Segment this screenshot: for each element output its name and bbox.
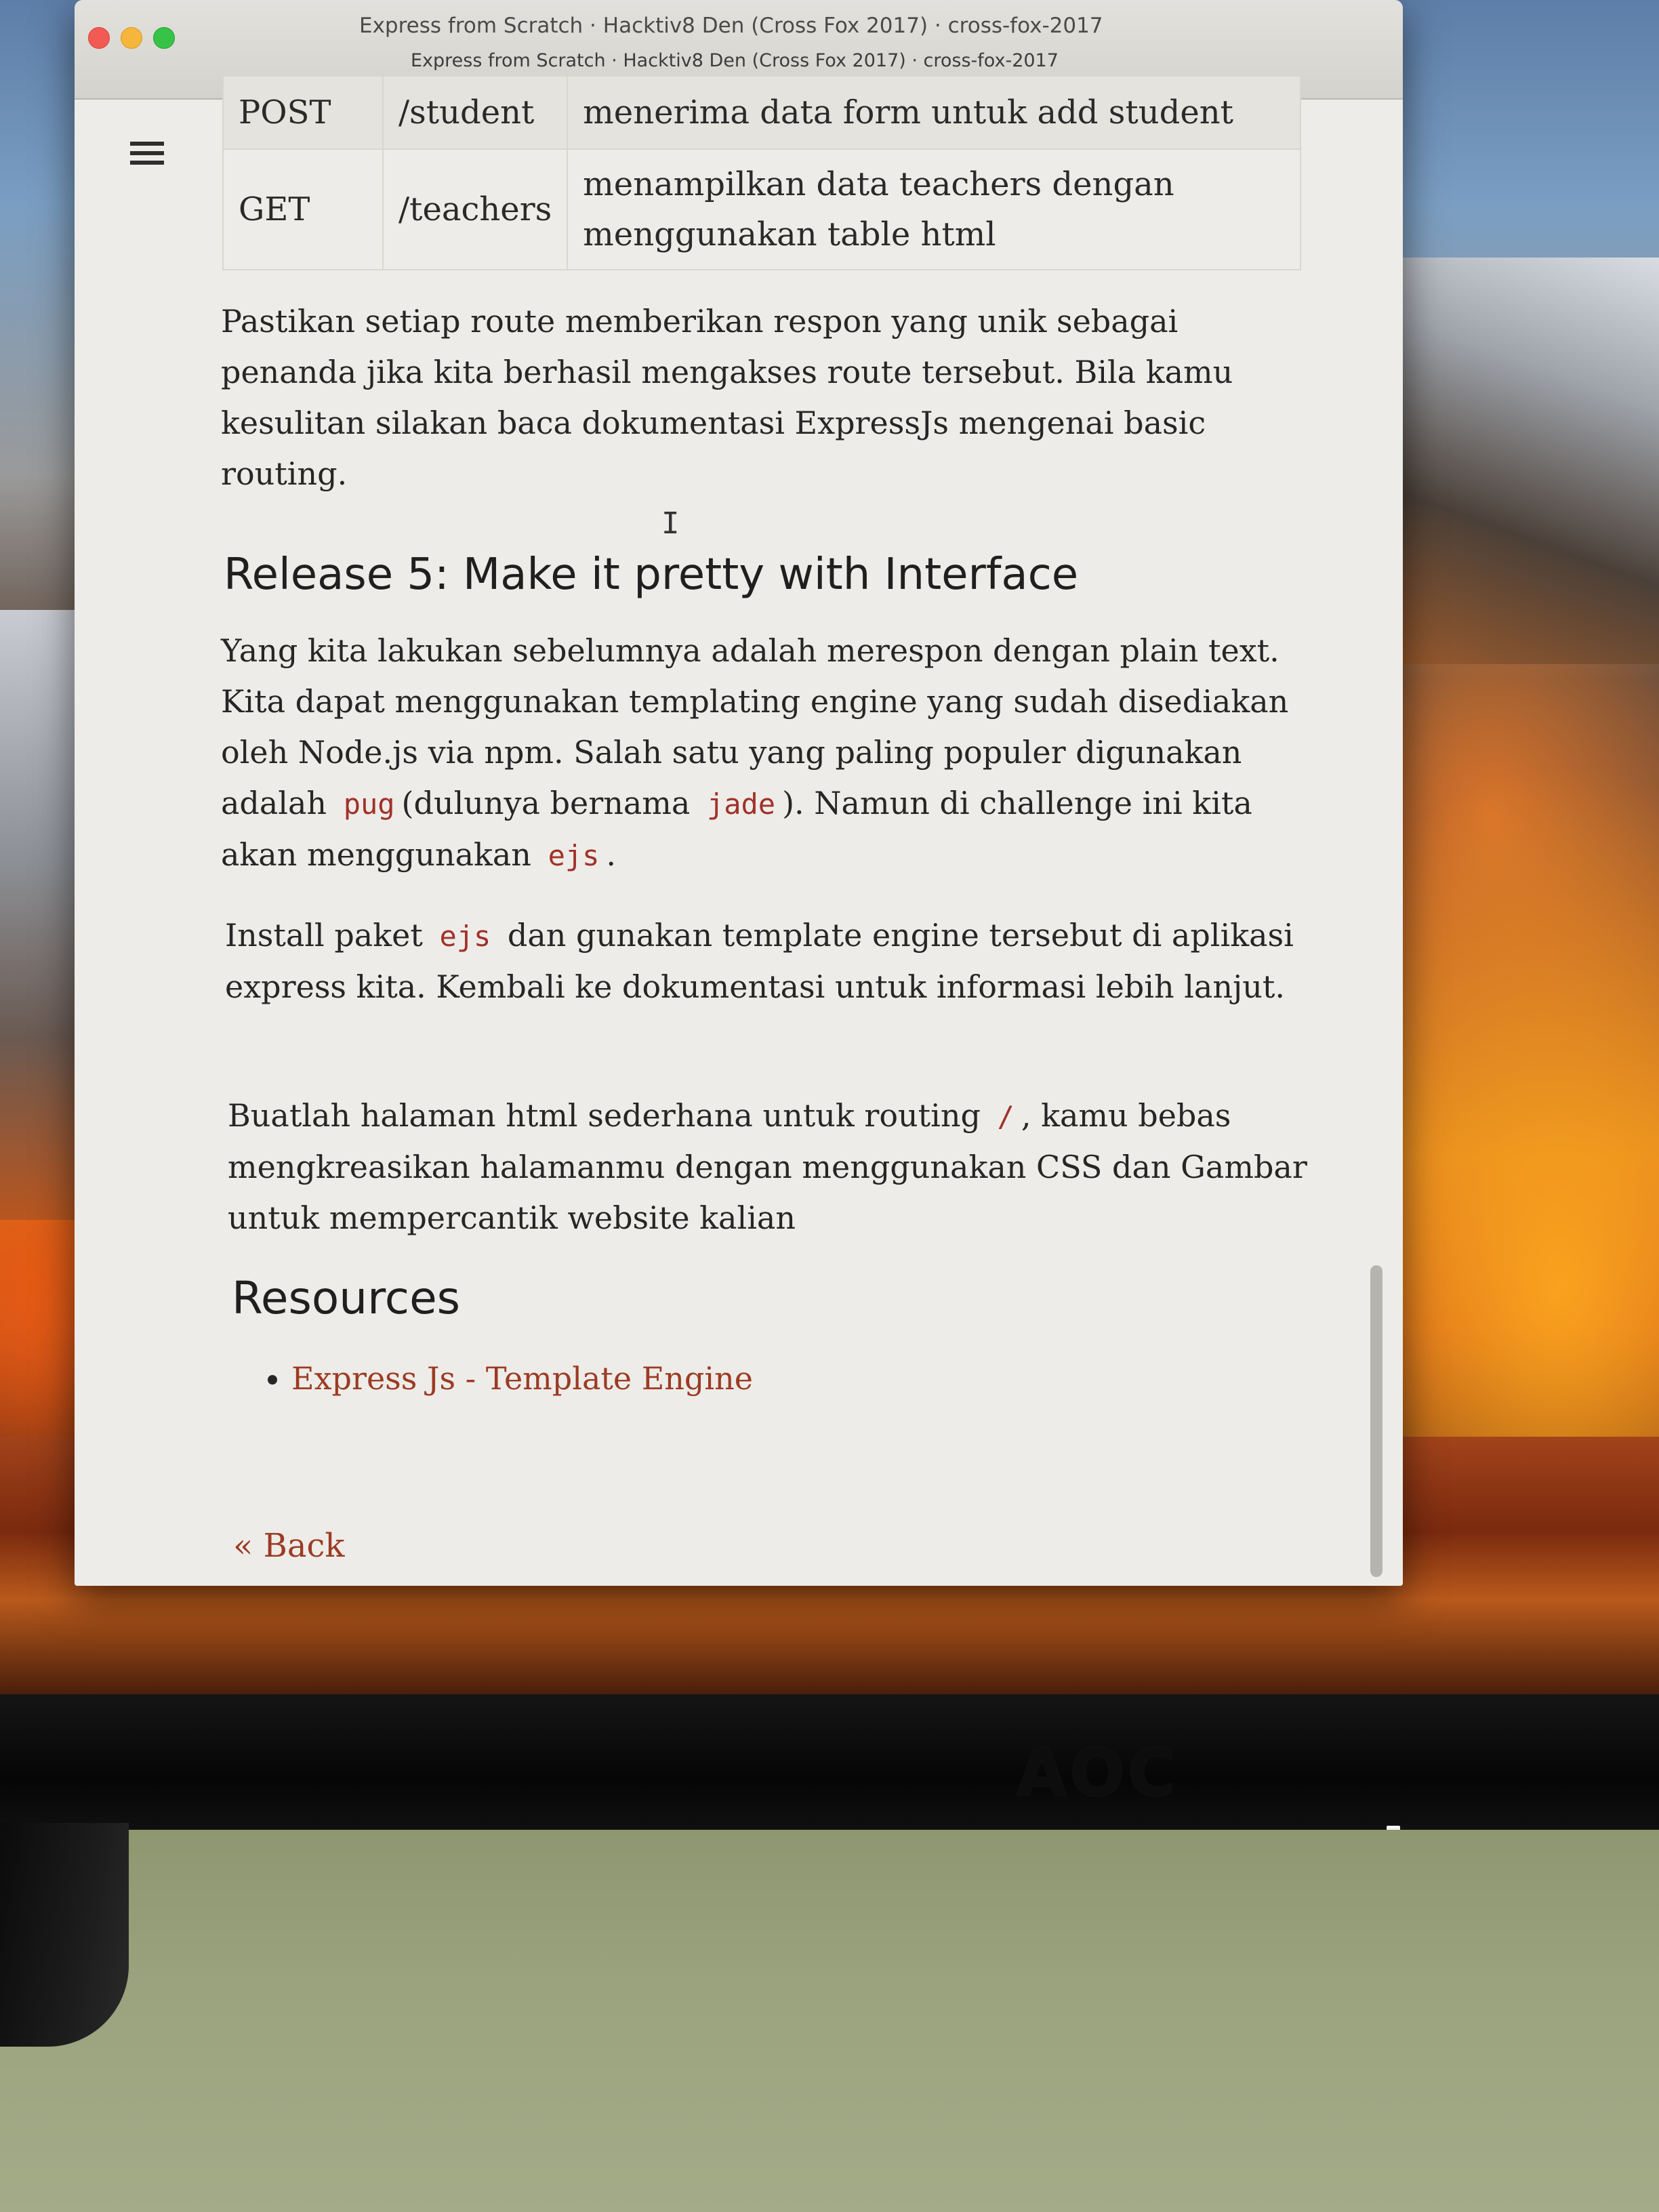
table-cell-description: menampilkan data teachers dengan menggun… [567,148,1301,270]
table-cell-path: /student [382,75,569,150]
release5-paragraph-3: Buatlah halaman html sederhana untuk rou… [228,1090,1312,1244]
browser-window: Express from Scratch · Hacktiv8 Den (Cro… [75,0,1403,1586]
window-title: Express from Scratch · Hacktiv8 Den (Cro… [359,14,1103,38]
table-cell-method: GET [222,148,384,270]
table-row: POST /student menerima data form untuk a… [222,75,1301,150]
text: (dulunya bernama [401,785,691,821]
release5-paragraph-2: Install paket ejs dan gunakan template e… [225,910,1309,1012]
monitor-brand-logo: AOC [1017,1735,1179,1811]
back-link[interactable]: « Back [233,1527,344,1565]
table-cell-description: menerima data form untuk add student [567,75,1301,150]
monitor-stand [0,1823,129,2047]
photo-scene: Express from Scratch · Hacktiv8 Den (Cro… [0,0,1659,2212]
text: . [606,836,617,873]
list-item: Express Js - Template Engine [291,1360,753,1397]
express-template-engine-link[interactable]: Express Js - Template Engine [291,1360,753,1397]
inline-code: ejs [439,920,491,953]
release5-paragraph-1: Yang kita lakukan sebelumnya adalah mere… [221,626,1305,881]
maximize-button[interactable] [153,27,175,49]
hamburger-menu-icon[interactable] [130,142,164,169]
release5-heading: Release 5: Make it pretty with Interface [224,550,1079,600]
monitor-bezel [0,1694,1659,1837]
text: Buatlah halaman html sederhana untuk rou… [228,1097,981,1134]
routes-table: POST /student menerima data form untuk a… [222,75,1301,270]
background-wall [0,1830,1659,2212]
inline-code: ejs [548,839,600,872]
table-cell-method: POST [222,75,384,150]
vertical-scrollbar[interactable] [1370,1265,1382,1577]
intro-paragraph: Pastikan setiap route memberikan respon … [221,303,1233,492]
page-content: POST /student menerima data form untuk a… [75,75,1403,1586]
close-button[interactable] [88,27,110,49]
table-row: GET /teachers menampilkan data teachers … [222,148,1301,270]
tab-title[interactable]: Express from Scratch · Hacktiv8 Den (Cro… [411,50,1292,71]
table-cell-path: /teachers [382,148,569,270]
text-cursor-icon: I [661,506,680,541]
minimize-button[interactable] [121,27,142,49]
text: Install paket [225,917,423,954]
wallpaper-mountain-right [1382,258,1659,664]
inline-code: / [997,1100,1015,1133]
resources-list: Express Js - Template Engine [264,1360,753,1397]
inline-code: jade [706,787,776,821]
inline-code: pug [343,787,395,821]
resources-heading: Resources [232,1272,461,1324]
